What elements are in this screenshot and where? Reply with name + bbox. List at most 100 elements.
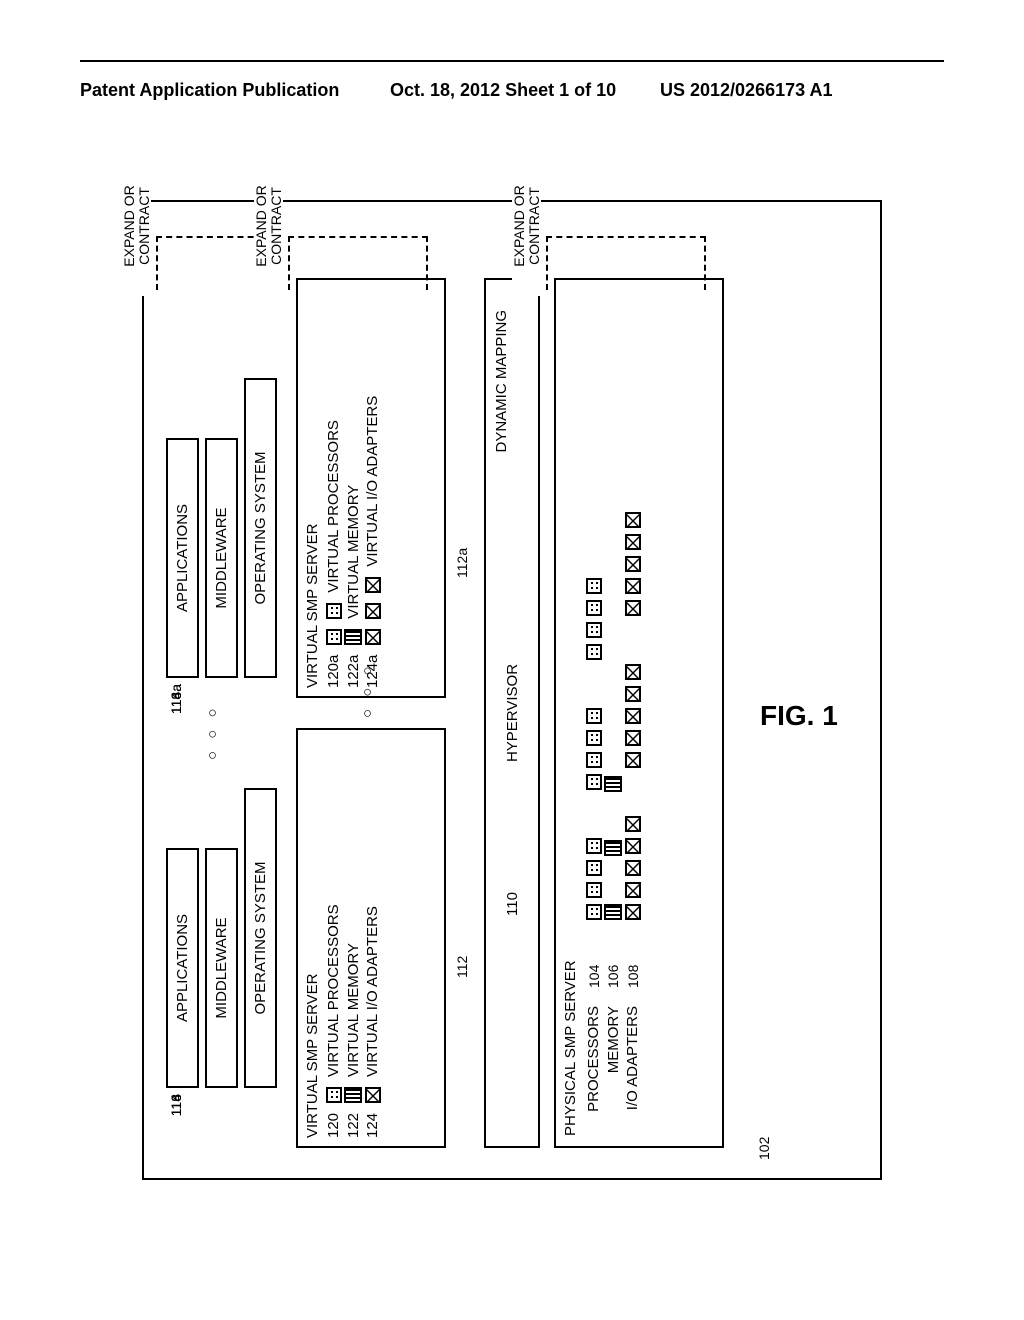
header-right: US 2012/0266173 A1 — [660, 80, 832, 101]
processor-icon — [586, 882, 602, 898]
memory-icon — [604, 904, 622, 920]
ref-120a: 120a — [325, 655, 342, 688]
physical-title: PHYSICAL SMP SERVER — [562, 290, 579, 1136]
vproc-row-r: 120a VIRTUAL PROCESSORS — [325, 288, 342, 688]
ref-108: 108 — [625, 938, 641, 988]
middleware-box-right: 116a MIDDLEWARE — [205, 438, 238, 678]
io-adapter-icon — [365, 629, 381, 645]
vsmp-title-l: VIRTUAL SMP SERVER — [304, 738, 321, 1138]
system-outline: 118 APPLICATIONS 116 MIDDLEWARE 114 OPER… — [142, 200, 882, 1180]
ref-124: 124 — [364, 1113, 381, 1138]
applications-label-r: APPLICATIONS — [174, 504, 191, 612]
ref-122a: 122a — [345, 655, 362, 688]
os-label: OPERATING SYSTEM — [252, 861, 269, 1014]
header-left: Patent Application Publication — [80, 80, 339, 101]
physical-smp-box: PHYSICAL SMP SERVER PROCESSORS 104 MEMOR… — [554, 278, 724, 1148]
io-adapter-icon — [625, 556, 641, 572]
ref-124a: 124a — [364, 655, 381, 688]
processor-icon — [326, 629, 342, 645]
proc-row: PROCESSORS 104 — [585, 290, 602, 1136]
diagram-wrap: 100 118 APPLICATIONS 116 MIDDLEWARE 114 … — [80, 140, 944, 1240]
vmem-label-r: VIRTUAL MEMORY — [345, 485, 362, 619]
expand-bracket-virtual: EXPAND OR CONTRACT — [288, 236, 428, 290]
applications-box-right: 118a APPLICATIONS — [166, 438, 199, 678]
ref-102: 102 — [756, 1137, 772, 1160]
io-adapter-icon — [625, 730, 641, 746]
ref-114a: 114a — [168, 684, 184, 740]
expand-contract-label: EXPAND OR CONTRACT — [122, 156, 151, 296]
processor-icon — [586, 708, 602, 724]
ref-112a: 112a — [454, 548, 470, 578]
ref-122: 122 — [345, 1113, 362, 1138]
io-adapter-icon — [625, 578, 641, 594]
diagram: 100 118 APPLICATIONS 116 MIDDLEWARE 114 … — [132, 190, 892, 1190]
io-adapter-icon — [625, 860, 641, 876]
processor-icon — [586, 774, 602, 790]
expand-contract-label: EXPAND OR CONTRACT — [254, 156, 283, 296]
io-adapter-icon — [625, 708, 641, 724]
io-adapter-icon — [625, 816, 641, 832]
page: Patent Application Publication Oct. 18, … — [0, 0, 1024, 1320]
io-adapter-icon — [625, 904, 641, 920]
ref-120: 120 — [325, 1113, 342, 1138]
vmem-row-r: 122a VIRTUAL MEMORY — [344, 288, 362, 688]
os-box-right: 114a OPERATING SYSTEM — [244, 378, 277, 678]
io-adapter-icon — [625, 686, 641, 702]
vio-row-l: 124 VIRTUAL I/O ADAPTERS — [364, 738, 381, 1138]
ref-114: 114 — [168, 1094, 184, 1150]
vsmp-title-r: VIRTUAL SMP SERVER — [304, 288, 321, 688]
io-label: I/O ADAPTERS — [624, 1006, 641, 1136]
io-adapter-icon — [365, 577, 381, 593]
virtual-smp-left: VIRTUAL SMP SERVER 120 VIRTUAL PROCESSOR… — [296, 728, 446, 1148]
vmem-row-l: 122 VIRTUAL MEMORY — [344, 738, 362, 1138]
vproc-label: VIRTUAL PROCESSORS — [325, 904, 342, 1077]
proc-label: PROCESSORS — [585, 1006, 602, 1136]
processor-icon — [586, 752, 602, 768]
processor-icon — [586, 600, 602, 616]
vproc-label-r: VIRTUAL PROCESSORS — [325, 420, 342, 593]
memory-icon — [344, 629, 362, 645]
io-adapter-icon — [625, 512, 641, 528]
io-adapter-icon — [625, 882, 641, 898]
io-adapter-icon — [625, 838, 641, 854]
ellipsis-icon: ○ ○ ○ — [204, 696, 221, 768]
applications-box-left: 118 APPLICATIONS — [166, 848, 199, 1088]
processor-icon — [586, 904, 602, 920]
hypervisor-label: HYPERVISOR — [504, 664, 521, 762]
middleware-box-left: 116 MIDDLEWARE — [205, 848, 238, 1088]
virtual-smp-right: VIRTUAL SMP SERVER 120a VIRTUAL PROCESSO… — [296, 278, 446, 698]
io-adapter-icon — [625, 600, 641, 616]
ref-110: 110 — [504, 892, 521, 916]
processor-icon — [586, 578, 602, 594]
processor-icon — [326, 1087, 342, 1103]
sw-stack-left: 118 APPLICATIONS 116 MIDDLEWARE 114 OPER… — [166, 788, 283, 1088]
ref-106: 106 — [605, 938, 621, 988]
processor-icon — [586, 622, 602, 638]
io-row: I/O ADAPTERS 108 — [624, 290, 641, 1136]
middleware-label: MIDDLEWARE — [213, 917, 230, 1018]
processor-icon — [586, 838, 602, 854]
vio-row-r: 124a VIRTUAL I/O ADAPTERS — [364, 288, 381, 688]
ref-112: 112 — [454, 956, 470, 978]
memory-icon — [604, 776, 622, 792]
hypervisor-box: 110 HYPERVISOR DYNAMIC MAPPING — [484, 278, 540, 1148]
mem-row: MEMORY 106 — [604, 290, 622, 1136]
io-adapter-icon — [365, 603, 381, 619]
memory-icon — [604, 840, 622, 856]
middleware-label-r: MIDDLEWARE — [213, 507, 230, 608]
os-box-left: 114 OPERATING SYSTEM — [244, 788, 277, 1088]
processor-icon — [586, 644, 602, 660]
io-adapter-icon — [625, 752, 641, 768]
vproc-row-l: 120 VIRTUAL PROCESSORS — [325, 738, 342, 1138]
io-adapter-icon — [365, 1087, 381, 1103]
processor-icon — [586, 730, 602, 746]
header-middle: Oct. 18, 2012 Sheet 1 of 10 — [390, 80, 616, 101]
header-rule — [80, 60, 944, 62]
sw-stack-right: 118a APPLICATIONS 116a MIDDLEWARE 114a O… — [166, 378, 283, 678]
vmem-label: VIRTUAL MEMORY — [345, 943, 362, 1077]
processor-icon — [326, 603, 342, 619]
dynamic-mapping-label: DYNAMIC MAPPING — [494, 310, 511, 453]
applications-label: APPLICATIONS — [174, 914, 191, 1022]
io-adapter-icon — [625, 534, 641, 550]
processor-icon — [586, 860, 602, 876]
